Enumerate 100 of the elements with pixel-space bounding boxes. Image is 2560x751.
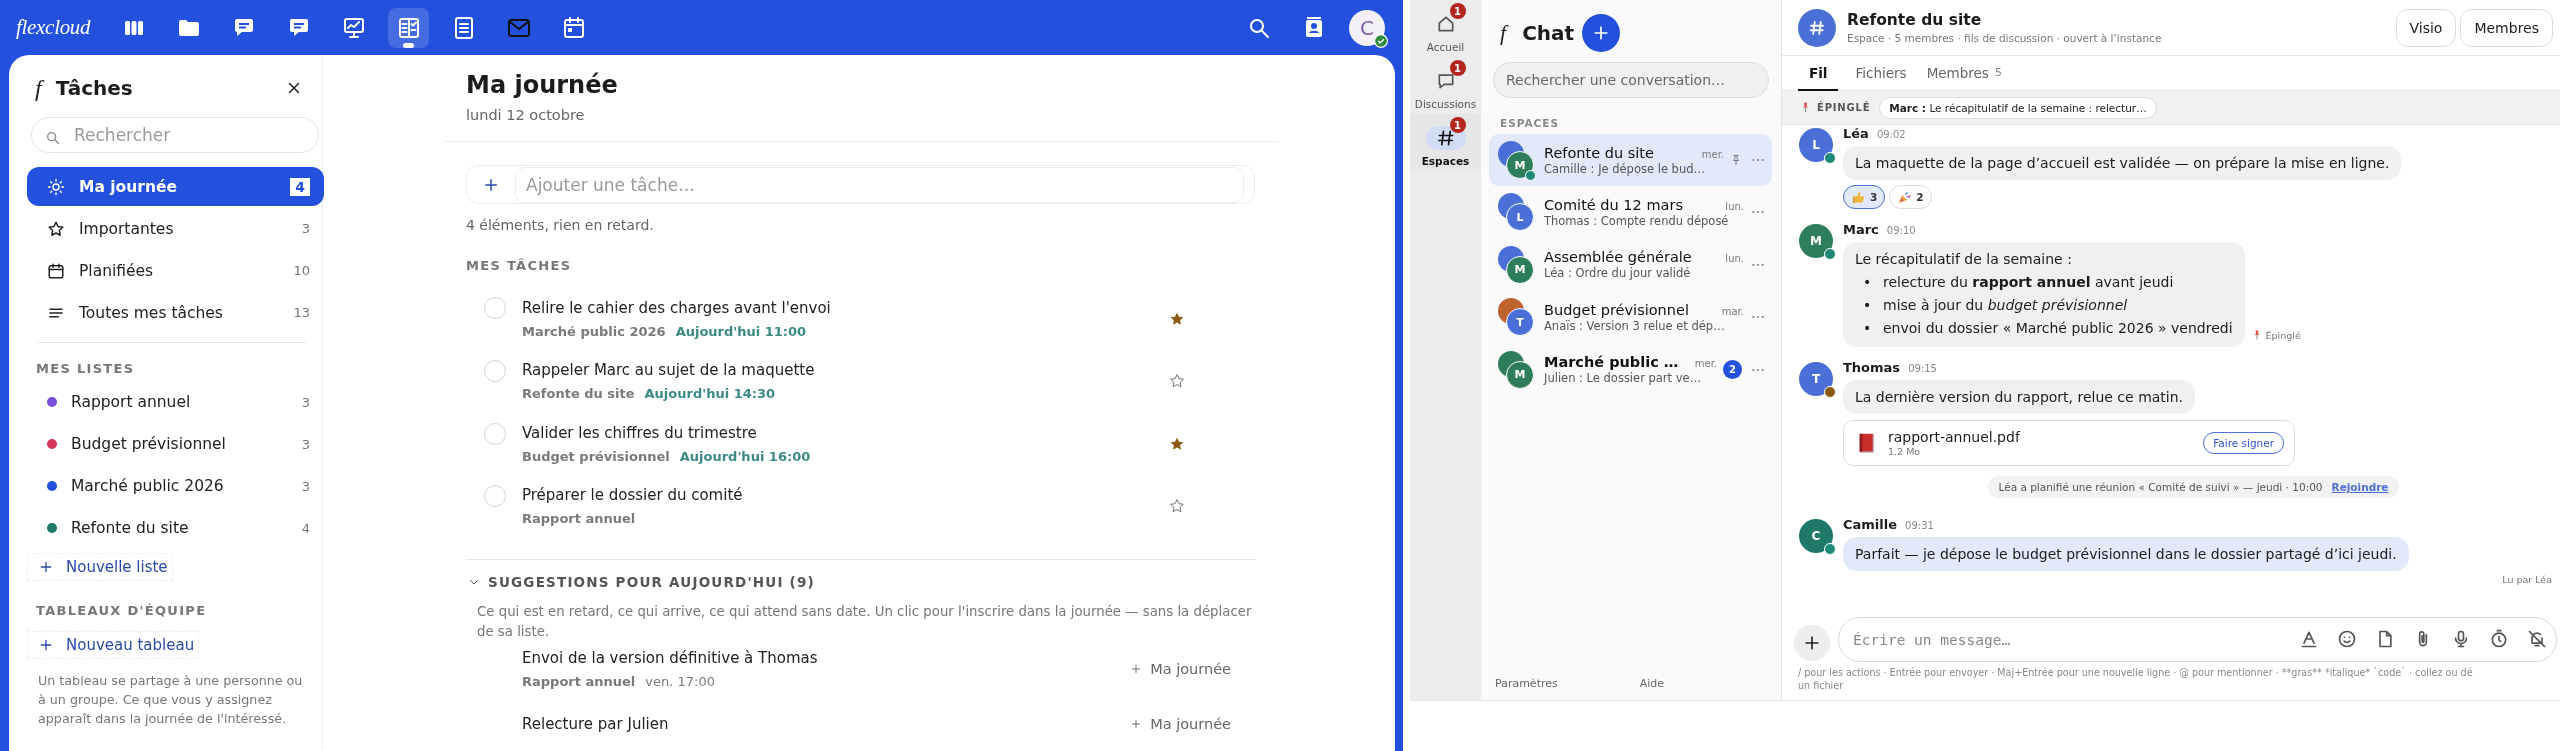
checklist-board-app-button[interactable] (388, 7, 430, 48)
pinned-message-chip[interactable]: Marc : Le récapitulatif de la semaine : relectur… (1879, 96, 2157, 119)
sign-button[interactable]: Faire signer (2203, 432, 2284, 454)
composer-hint: un fichier (1797, 679, 1845, 692)
suggestions-toggle[interactable]: SUGGESTIONS POUR AUJOURD'HUI (9) (468, 573, 815, 590)
task-title: Relecture par Julien (522, 713, 670, 735)
add-button[interactable] (1794, 624, 1830, 661)
task-due: ven. 17:00 (645, 673, 715, 692)
new-conversation-button[interactable] (1582, 14, 1621, 52)
star-icon[interactable] (1169, 373, 1185, 390)
task-title: Valider les chiffres du trimestre (522, 422, 758, 444)
help-text: Ce qui est en retard, ce qui arrive, ce qui attend sans date. Un clic pour l'inscrire dans la journée — sans la déplacer de sa liste. (477, 602, 1253, 641)
read-receipt: Lu par Léa (2502, 573, 2552, 587)
tab[interactable]: Fichiers (1852, 56, 1910, 91)
message-time: 09:31 (1905, 520, 1934, 531)
header-button[interactable]: Membres (2460, 8, 2553, 47)
conversation-item[interactable]: M Marché public … mer. Julien : Le dossier part ve… 2 (1489, 343, 1772, 396)
conversation-item[interactable]: T Budget prévisionnel mar. Anaïs : Version 3 relue et dép… (1489, 291, 1772, 344)
member-avatar: T (1506, 308, 1534, 337)
join-link[interactable]: Rejoindre (2331, 481, 2389, 493)
notification-badge: 1 (1449, 117, 1466, 133)
conversation-item[interactable]: M Assemblée générale lun. Léa : Ordre du jour validé (1489, 238, 1772, 291)
footer-link[interactable]: Aide (1639, 677, 1665, 690)
message-text: La dernière version du rapport, relue ce matin. (1855, 388, 2184, 407)
reaction-chip[interactable]: 3 (1843, 185, 1886, 209)
conversation-item[interactable]: M Refonte du site mer. Camille : Je dépose le bud… (1489, 134, 1772, 186)
conversation-preview: Thomas : Compte rendu déposé (1544, 213, 1730, 229)
logo[interactable]: flexcloud (16, 15, 91, 40)
avatar-initial: C (1811, 529, 1821, 543)
add-to-day-button[interactable]: Ma journée (1130, 715, 1231, 732)
notification-badge: 1 (1449, 60, 1466, 76)
task-list-name: Budget prévisionnel (522, 447, 670, 466)
avatar-initial: C (1360, 15, 1374, 40)
list-item[interactable]: Rapport annuel 3 (27, 385, 324, 419)
nav-item[interactable]: 1 Discussions (1410, 57, 1481, 114)
nav-item[interactable]: 1 Espaces (1410, 114, 1481, 171)
sun-icon (47, 177, 65, 196)
file-name: rapport-annuel.pdf (1888, 429, 2020, 446)
bell-off-icon[interactable] (2527, 629, 2547, 649)
conversation-preview: Anaïs : Version 3 relue et dép… (1544, 318, 1726, 334)
task-list-name: Rapport annuel (522, 673, 636, 692)
conversation-time: lun. (1725, 200, 1744, 212)
member-avatar: M (1506, 255, 1534, 284)
view-item[interactable]: Importantes 3 (27, 209, 324, 248)
conversation-name: Budget prévisionnel (1544, 300, 1689, 319)
app-logo-mark: f (1500, 20, 1507, 46)
star-icon[interactable] (1169, 498, 1185, 515)
list-item-text: relecture du rapport annuel avant jeudi (1883, 273, 2174, 292)
message-input[interactable]: Écrire un message… (1838, 617, 2557, 662)
thumbs-up-icon (1851, 189, 1866, 205)
nav-item[interactable]: 1 Accueil (1410, 0, 1481, 57)
view-item[interactable]: Planifiées 10 (27, 251, 324, 290)
new-board-button[interactable]: Nouveau tableau (27, 631, 200, 659)
notification-badge: 1 (1449, 3, 1466, 19)
add-task-field[interactable]: Ajouter une tâche… (515, 166, 1244, 203)
list-item[interactable]: Marché public 2026 3 (27, 469, 324, 503)
message-time: 09:15 (1908, 363, 1937, 374)
monitor-chart-icon (341, 15, 366, 40)
conversation-name: Refonte du site (1544, 143, 1654, 162)
view-item[interactable]: Ma journée 4 (27, 167, 324, 206)
conversation-name: Comité du 12 mars (1544, 195, 1683, 214)
user-avatar[interactable]: C (1349, 9, 1385, 46)
section-heading: ESPACES (1500, 117, 1561, 129)
message-time: 09:02 (1876, 129, 1906, 140)
new-list-button[interactable]: Nouvelle liste (27, 553, 173, 581)
text-format-icon[interactable] (2299, 629, 2319, 649)
page-title: Ma journée (466, 70, 619, 101)
message-author: Léa (1843, 126, 1869, 141)
task-due: Aujourd'hui 11:00 (675, 322, 807, 341)
party-popper-icon (1897, 189, 1913, 205)
member-avatar: L (1506, 203, 1534, 232)
task-title: Envoi de la version définitive à Thomas (522, 648, 819, 670)
view-item[interactable]: Toutes mes tâches 13 (27, 293, 324, 332)
conversation-subtitle: Espace · 5 membres · fils de discussion · ouvert à l’instance (1847, 32, 2162, 44)
task-title: Relire le cahier des charges avant l'envoi (522, 297, 832, 319)
item-count: 3 (301, 394, 310, 410)
add-to-day-button[interactable]: Ma journée (1130, 661, 1231, 678)
composer-hint: / pour les actions · Entrée pour envoyer · Maj+Entrée pour une nouvelle ligne · @ pour mentionner · **gras** *italique* `code` · collez ou dé (1797, 666, 2474, 679)
hash-icon (1435, 128, 1456, 148)
emoji-icon[interactable] (2337, 629, 2357, 649)
message-author: Camille (1843, 517, 1898, 532)
message-author: Marc (1843, 222, 1879, 237)
header-button[interactable]: Visio (2395, 8, 2457, 47)
search-field[interactable]: Rechercher une conversation… (1493, 62, 1769, 98)
conversation-item[interactable]: L Comité du 12 mars lun. Thomas : Compte rendu déposé (1489, 186, 1772, 239)
plus-icon (1130, 717, 1143, 730)
tab[interactable]: Membres 5 (1923, 56, 2005, 91)
search-field[interactable]: Rechercher (31, 117, 319, 153)
bullet-mark: • (1863, 273, 1873, 292)
timer-icon[interactable] (2489, 629, 2509, 649)
star-icon (47, 219, 65, 238)
avatar-initial: T (1811, 372, 1821, 386)
reaction-chip[interactable]: 2 (1889, 185, 1932, 209)
list-item[interactable]: Budget prévisionnel 3 (27, 427, 324, 461)
footer-link[interactable]: Paramètres (1495, 677, 1558, 690)
list-item[interactable]: Refonte du site 4 (27, 511, 324, 545)
pinned-note: Épinglé (2265, 329, 2301, 341)
search-icon (45, 130, 61, 146)
conversation-time: mer. (1701, 148, 1724, 160)
conversation-time: mar. (1721, 305, 1744, 317)
